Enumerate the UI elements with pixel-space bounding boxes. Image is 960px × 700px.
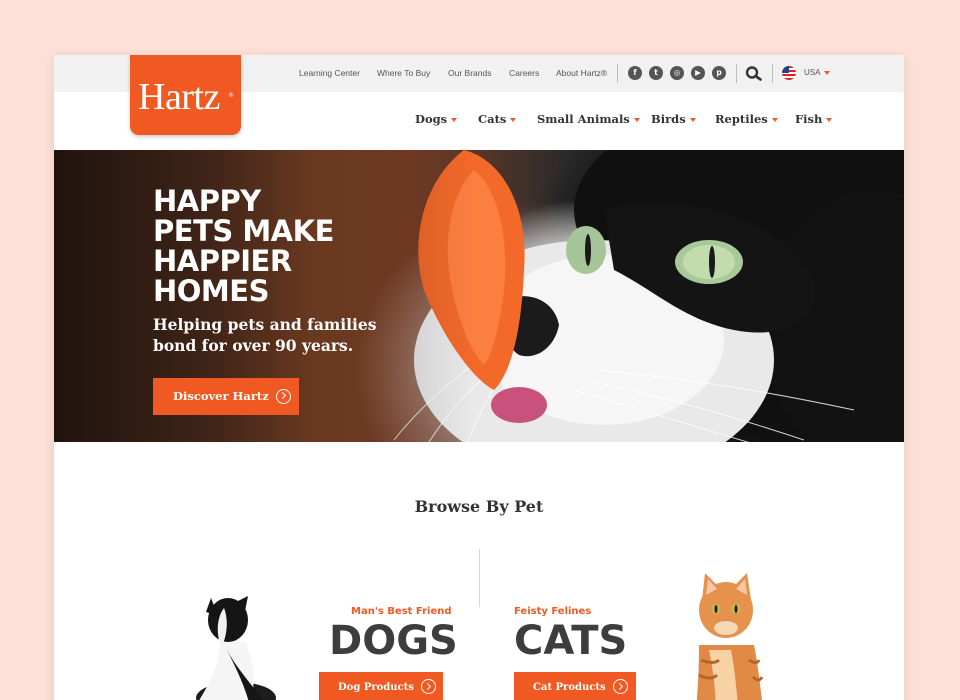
logo-wordmark: Hartz bbox=[138, 76, 220, 118]
country-selector[interactable]: USA bbox=[804, 68, 831, 77]
instagram-icon[interactable]: ◎ bbox=[670, 66, 684, 80]
utility-divider bbox=[617, 64, 618, 83]
twitter-icon[interactable]: t bbox=[649, 66, 663, 80]
hartz-logo[interactable]: Hartz ® bbox=[130, 55, 241, 135]
util-link-careers[interactable]: Careers bbox=[509, 68, 539, 78]
utility-divider bbox=[736, 64, 737, 83]
util-link-learning-center[interactable]: Learning Center bbox=[299, 68, 360, 78]
chevron-down-icon bbox=[510, 118, 517, 122]
chevron-down-icon bbox=[771, 118, 778, 122]
chevron-down-icon bbox=[826, 118, 833, 122]
chevron-down-icon bbox=[633, 118, 640, 122]
nav-item-reptiles[interactable]: Reptiles bbox=[715, 112, 778, 126]
nav-item-small-animals[interactable]: Small Animals bbox=[537, 112, 640, 126]
dog-photo bbox=[196, 596, 276, 700]
pinterest-icon[interactable]: p bbox=[712, 66, 726, 80]
browse-divider bbox=[479, 549, 480, 607]
nav-item-cats[interactable]: Cats bbox=[478, 112, 517, 126]
dogs-tagline: Man's Best Friend bbox=[351, 606, 452, 617]
util-link-about-hartz[interactable]: About Hartz® bbox=[556, 68, 607, 78]
dog-products-label: Dog Products bbox=[338, 682, 414, 693]
chevron-down-icon bbox=[451, 118, 458, 122]
browse-section-title: Browse By Pet bbox=[414, 497, 544, 516]
nav-label: Reptiles bbox=[715, 112, 768, 126]
nav-item-dogs[interactable]: Dogs bbox=[415, 112, 458, 126]
hero-subtitle-line: Helping pets and families bbox=[153, 315, 377, 334]
dogs-heading: DOGS bbox=[329, 618, 458, 664]
nav-label: Birds bbox=[651, 112, 686, 126]
cat-photo-browse bbox=[696, 573, 764, 700]
utility-divider bbox=[772, 64, 773, 83]
facebook-icon[interactable]: f bbox=[628, 66, 642, 80]
registered-mark: ® bbox=[228, 92, 234, 99]
hero-headline-line: HAPPIER bbox=[153, 244, 292, 278]
discover-hartz-button[interactable]: Discover Hartz bbox=[153, 378, 299, 415]
hero-headline-line: PETS MAKE bbox=[153, 214, 334, 248]
hero-headline-line: HAPPY bbox=[153, 184, 261, 218]
hero-subtitle-line: bond for over 90 years. bbox=[153, 336, 354, 355]
cat-products-button[interactable]: Cat Products bbox=[514, 672, 636, 700]
chevron-right-circle-icon bbox=[275, 388, 291, 404]
country-label: USA bbox=[804, 68, 821, 77]
util-link-our-brands[interactable]: Our Brands bbox=[448, 68, 491, 78]
chevron-right-circle-icon bbox=[420, 679, 436, 694]
nav-item-fish[interactable]: Fish bbox=[795, 112, 833, 126]
us-flag-icon[interactable] bbox=[782, 66, 796, 80]
nav-label: Cats bbox=[478, 112, 507, 126]
search-icon[interactable] bbox=[745, 65, 763, 81]
nav-label: Dogs bbox=[415, 112, 448, 126]
chevron-down-icon bbox=[689, 118, 696, 122]
discover-hartz-label: Discover Hartz bbox=[173, 389, 269, 403]
chevron-right-circle-icon bbox=[612, 679, 628, 694]
browser-page: Learning Center Where To Buy Our Brands … bbox=[54, 55, 904, 700]
nav-label: Fish bbox=[795, 112, 823, 126]
hero-headline-line: HOMES bbox=[153, 274, 269, 308]
hero-banner: HAPPY PETS MAKE HAPPIER HOMES Helping pe… bbox=[54, 150, 904, 442]
youtube-icon[interactable]: ▶ bbox=[691, 66, 705, 80]
chevron-down-icon bbox=[824, 70, 831, 75]
hero-subtitle: Helping pets and families bond for over … bbox=[153, 314, 413, 356]
cats-tagline: Feisty Felines bbox=[514, 606, 592, 617]
cat-products-label: Cat Products bbox=[533, 682, 606, 693]
hero-headline: HAPPY PETS MAKE HAPPIER HOMES bbox=[153, 186, 413, 306]
util-link-where-to-buy[interactable]: Where To Buy bbox=[377, 68, 430, 78]
nav-item-birds[interactable]: Birds bbox=[651, 112, 696, 126]
cats-heading: CATS bbox=[514, 618, 628, 664]
nav-label: Small Animals bbox=[537, 112, 630, 126]
dog-products-button[interactable]: Dog Products bbox=[319, 672, 443, 700]
